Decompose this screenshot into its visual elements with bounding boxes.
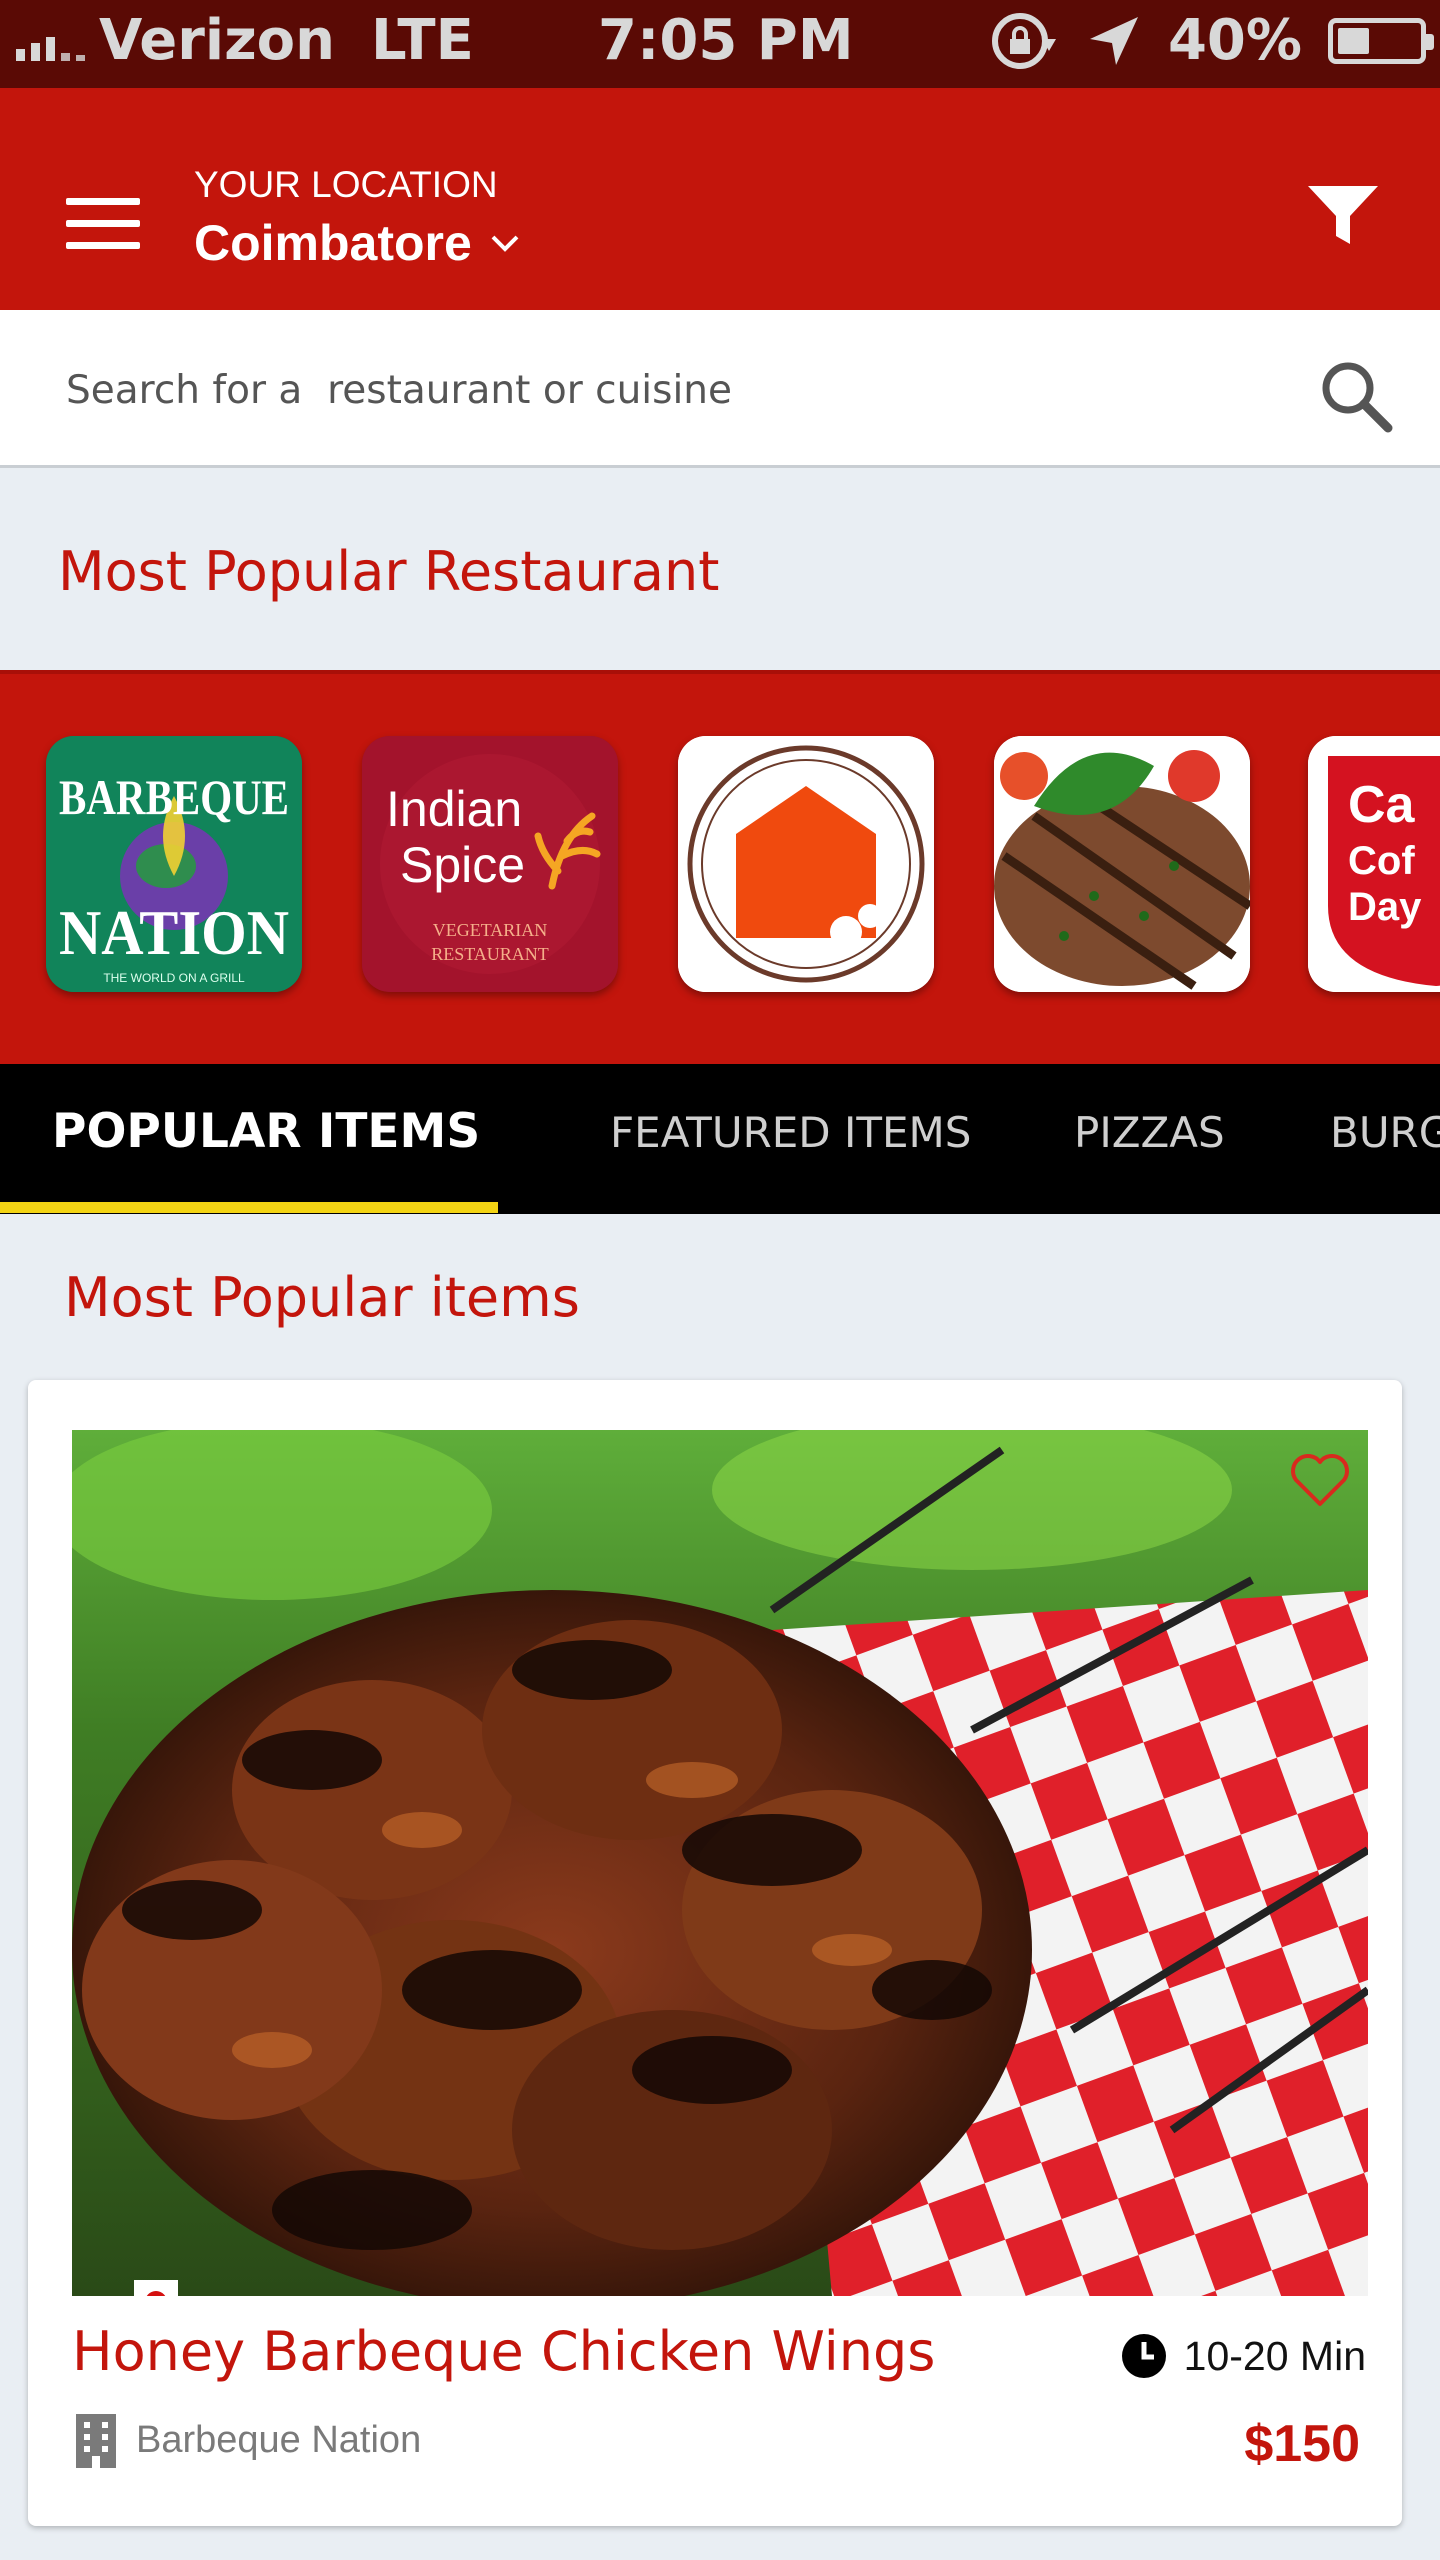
- svg-text:RESTAURANT: RESTAURANT: [431, 944, 549, 964]
- popular-restaurants-title: Most Popular Restaurant: [58, 540, 720, 603]
- battery-icon: [1328, 17, 1434, 64]
- carrier-name: Verizon: [99, 8, 336, 73]
- location-arrow-icon: [1089, 16, 1138, 65]
- hamburger-icon: [66, 198, 140, 205]
- restaurant-name: Barbeque Nation: [136, 2418, 422, 2461]
- location-caption: YOUR LOCATION: [194, 164, 498, 205]
- network-type: LTE: [371, 8, 474, 73]
- svg-text:Spice: Spice: [400, 837, 525, 893]
- chevron-down-icon: [491, 235, 519, 252]
- svg-text:Ca: Ca: [1348, 776, 1416, 834]
- tab-burgers[interactable]: BURG: [1330, 1108, 1440, 1157]
- svg-text:Indian: Indian: [386, 781, 522, 837]
- active-tab-indicator: [0, 1202, 498, 1213]
- clock-icon: [1121, 2334, 1166, 2378]
- item-price: $150: [1244, 2415, 1360, 2473]
- popular-items-title: Most Popular items: [64, 1266, 580, 1329]
- tab-pizzas[interactable]: PIZZAS: [1074, 1108, 1225, 1157]
- restaurant-logo-steak[interactable]: [994, 736, 1250, 992]
- status-time: 7:05 PM: [598, 8, 854, 73]
- location-selector[interactable]: Coimbatore: [194, 214, 520, 272]
- item-name[interactable]: Honey Barbeque Chicken Wings: [72, 2320, 935, 2383]
- rotation-lock-icon: [991, 12, 1056, 69]
- search-bar: [0, 310, 1440, 468]
- restaurant-logo-house[interactable]: [678, 736, 934, 992]
- restaurant-logo-barbeque-nation[interactable]: BARBEQUE NATION THE WORLD ON A GRILL: [46, 736, 302, 992]
- carrier-info: Verizon LTE: [16, 8, 474, 73]
- svg-text:Day: Day: [1348, 885, 1422, 929]
- svg-text:THE WORLD ON A GRILL: THE WORLD ON A GRILL: [103, 971, 245, 985]
- filter-icon[interactable]: [1306, 184, 1380, 250]
- status-bar: Verizon LTE 7:05 PM 40%: [0, 0, 1440, 88]
- restaurant-logo-cafe-coffee-day[interactable]: Ca Cof Day: [1308, 736, 1440, 992]
- non-veg-indicator-icon: [134, 2280, 178, 2296]
- battery-percent: 40%: [1167, 8, 1302, 73]
- svg-text:VEGETARIAN: VEGETARIAN: [433, 920, 548, 940]
- delivery-time-value: 10-20 Min: [1183, 2332, 1366, 2379]
- item-card[interactable]: Honey Barbeque Chicken Wings 10-20 Min B…: [28, 1380, 1402, 2526]
- search-icon[interactable]: [1318, 358, 1394, 434]
- svg-text:NATION: NATION: [59, 897, 289, 968]
- item-restaurant: Barbeque Nation: [74, 2412, 421, 2468]
- menu-button[interactable]: [66, 198, 140, 252]
- building-icon: [76, 2414, 116, 2468]
- restaurant-logo-indian-spice[interactable]: Indian Spice VEGETARIAN RESTAURANT: [362, 736, 618, 992]
- tab-popular-items[interactable]: POPULAR ITEMS: [52, 1104, 480, 1159]
- tab-featured-items[interactable]: FEATURED ITEMS: [610, 1108, 971, 1157]
- restaurant-carousel[interactable]: BARBEQUE NATION THE WORLD ON A GRILL Ind…: [0, 670, 1440, 1064]
- search-input[interactable]: [66, 350, 1246, 430]
- signal-icon: [16, 21, 85, 61]
- svg-text:BARBEQUE: BARBEQUE: [59, 769, 289, 825]
- category-tabs: POPULAR ITEMS FEATURED ITEMS PIZZAS BURG: [0, 1064, 1440, 1214]
- item-photo[interactable]: [72, 1430, 1368, 2296]
- delivery-time: 10-20 Min: [1120, 2332, 1366, 2380]
- location-name: Coimbatore: [194, 215, 472, 271]
- app-header: YOUR LOCATION Coimbatore: [0, 88, 1440, 310]
- svg-text:Cof: Cof: [1348, 839, 1415, 883]
- heart-icon[interactable]: [1290, 1452, 1350, 1508]
